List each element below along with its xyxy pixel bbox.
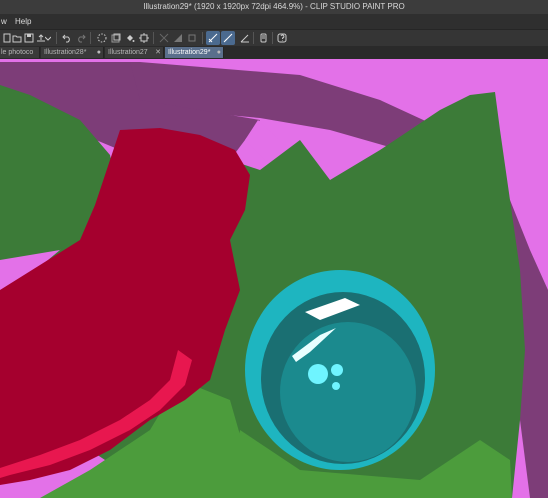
dropdown-icon[interactable] xyxy=(44,31,52,45)
snap-ruler-icon[interactable] xyxy=(206,31,220,45)
erase-outside-icon[interactable] xyxy=(171,31,185,45)
tab-illustration29[interactable]: Illustration29* ● xyxy=(165,47,224,58)
clear-icon[interactable] xyxy=(95,31,109,45)
undo-icon[interactable] xyxy=(60,31,74,45)
canvas-artwork xyxy=(0,59,548,498)
lasso-icon[interactable] xyxy=(157,31,171,45)
tab-label: Illustration27 xyxy=(108,49,148,56)
title-bar: Illustration29* (1920 x 1920px 72dpi 464… xyxy=(0,0,548,14)
tab-modified-dot-icon[interactable]: ● xyxy=(217,47,221,58)
ruler-pen-icon[interactable] xyxy=(238,31,252,45)
tab-illustration27[interactable]: Illustration27 ✕ xyxy=(105,47,164,58)
eye-sparkle-tiny xyxy=(332,382,340,390)
menu-item-help[interactable]: Help xyxy=(15,14,31,29)
menu-bar: w Help xyxy=(0,14,548,29)
close-icon[interactable]: ✕ xyxy=(155,47,161,58)
rectangle-icon[interactable] xyxy=(185,31,199,45)
tab-illustration28[interactable]: Illustration28* ● xyxy=(41,47,104,58)
command-bar xyxy=(0,29,548,47)
snap-special-icon[interactable] xyxy=(221,31,235,45)
eye-iris xyxy=(280,322,416,462)
document-tab-bar: le photoco Illustration28* ● Illustratio… xyxy=(0,46,548,59)
device-icon[interactable] xyxy=(256,31,270,45)
fit-icon[interactable] xyxy=(137,31,151,45)
tab-label: le photoco xyxy=(1,49,34,56)
tab-le-photoco[interactable]: le photoco xyxy=(0,47,40,58)
eye-sparkle-small xyxy=(331,364,343,376)
fill-icon[interactable] xyxy=(123,31,137,45)
menu-item-window[interactable]: w xyxy=(1,14,7,29)
window-title: Illustration29* (1920 x 1920px 72dpi 464… xyxy=(143,2,405,11)
tab-modified-dot-icon[interactable]: ● xyxy=(97,47,101,58)
tab-label: Illustration29* xyxy=(168,49,211,56)
drawing-canvas[interactable] xyxy=(0,59,548,498)
eye-sparkle-large xyxy=(308,364,328,384)
redo-icon[interactable] xyxy=(74,31,88,45)
tab-label: Illustration28* xyxy=(44,49,87,56)
transform-icon[interactable] xyxy=(109,31,123,45)
info-icon[interactable] xyxy=(275,31,289,45)
clip-studio-window: Illustration29* (1920 x 1920px 72dpi 464… xyxy=(0,0,548,498)
